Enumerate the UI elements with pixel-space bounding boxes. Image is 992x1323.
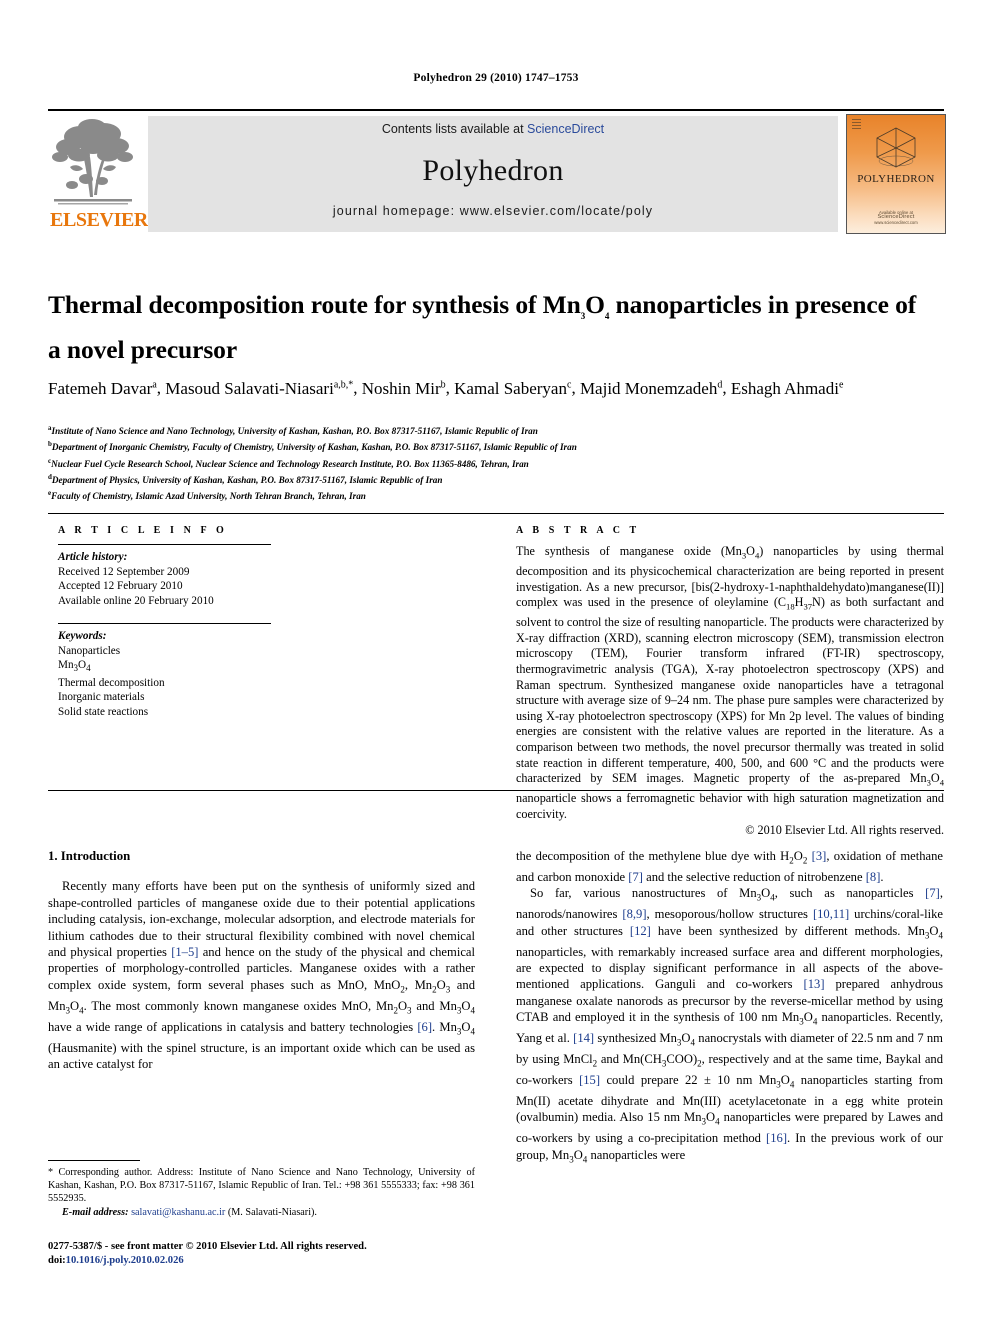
- corresponding-author-note: * Corresponding author. Address: Institu…: [48, 1167, 475, 1205]
- affiliation-line: eFaculty of Chemistry, Islamic Azad Univ…: [48, 489, 366, 502]
- author-name: Noshin Mirb: [361, 378, 446, 398]
- article-info-spacer: [58, 608, 273, 619]
- page-title: Thermal decomposition route for synthesi…: [48, 288, 928, 366]
- cover-journal-title: POLYHEDRON: [857, 173, 935, 185]
- section-heading-introduction: 1. Introduction: [48, 849, 131, 863]
- sciencedirect-link[interactable]: ScienceDirect: [527, 122, 604, 136]
- elsevier-logo: ELSEVIER: [50, 117, 148, 233]
- author-affiliation-mark: b: [440, 379, 446, 390]
- running-head: Polyhedron 29 (2010) 1747–1753: [413, 72, 579, 84]
- elsevier-tree-icon: [52, 119, 133, 205]
- elsevier-wordmark: ELSEVIER: [50, 209, 148, 231]
- author-affiliation-mark: a,b,*: [333, 379, 354, 390]
- keyword-item: Thermal decomposition: [58, 676, 165, 689]
- title-text-2: O: [585, 290, 605, 319]
- affiliation-list: aInstitute of Nano Science and Nano Tech…: [48, 422, 938, 503]
- article-page: Polyhedron 29 (2010) 1747–1753 ELSEVIER …: [0, 0, 992, 1323]
- citation-link[interactable]: [3]: [812, 849, 827, 863]
- affiliation-mark: a: [48, 424, 52, 432]
- journal-title: Polyhedron: [422, 154, 564, 187]
- affiliation-mark: b: [48, 440, 52, 449]
- article-history-lines: Received 12 September 2009 Accepted 12 Fe…: [58, 565, 273, 609]
- intro-paragraph-right-2: So far, various nanostructures of Mn3O4,…: [516, 886, 944, 1165]
- affiliation-line: dDepartment of Physics, University of Ka…: [48, 472, 443, 485]
- journal-masthead: ELSEVIER Contents lists available at Sci…: [48, 109, 946, 235]
- keyword-item: Nanoparticles: [58, 644, 121, 657]
- author-list: Fatemeh Davara, Masoud Salavati-Niasaria…: [48, 378, 844, 398]
- doi-link[interactable]: 10.1016/j.poly.2010.02.026: [66, 1255, 184, 1266]
- title-text-1: Thermal decomposition route for synthesi…: [48, 290, 581, 319]
- footnote-block: * Corresponding author. Address: Institu…: [48, 1166, 475, 1219]
- article-history-label: Article history:: [58, 551, 128, 563]
- cover-elsevier-mark-icon: [852, 119, 861, 131]
- contents-prefix-text: Contents lists available at: [381, 122, 528, 136]
- citation-link[interactable]: [7]: [925, 886, 940, 900]
- keyword-item: Solid state reactions: [58, 705, 149, 718]
- citation-link[interactable]: [6]: [417, 1020, 432, 1034]
- article-info-rule-2: [58, 623, 271, 624]
- citation-link[interactable]: [10,11]: [813, 907, 849, 921]
- author-affiliation-mark: e: [838, 379, 844, 390]
- cover-sciencedirect-logo: Available online at ScienceDirect www.sc…: [847, 210, 945, 225]
- keyword-lines: Nanoparticles Mn3O4 Thermal decomposition I…: [58, 644, 273, 720]
- affiliation-mark: c: [48, 456, 52, 465]
- affiliation-mark: e: [48, 489, 52, 498]
- article-info-panel: A R T I C L E I N F O Article history: R…: [58, 525, 273, 719]
- keywords-label: Keywords:: [58, 630, 107, 642]
- affiliation-mark: d: [48, 472, 52, 481]
- affiliation-line: bDepartment of Inorganic Chemistry, Facu…: [48, 440, 577, 453]
- cover-footer-url: www.sciencedirect.com: [874, 220, 918, 225]
- author-name: Eshagh Ahmadie: [730, 378, 844, 398]
- intro-paragraph-left: Recently many efforts have been put on t…: [48, 879, 476, 1072]
- doi-label: doi:: [48, 1254, 66, 1266]
- citation-link[interactable]: [16]: [766, 1131, 787, 1145]
- citation-link[interactable]: [7]: [628, 870, 643, 884]
- email-label: E-mail address:: [62, 1206, 129, 1218]
- article-history-item: Accepted 12 February 2010: [58, 580, 183, 592]
- citation-link[interactable]: [12]: [630, 924, 651, 938]
- article-info-rule-1: [58, 544, 271, 545]
- affiliation-line: cNuclear Fuel Cycle Research School, Nuc…: [48, 456, 529, 469]
- email-owner: (M. Salavati-Niasari).: [227, 1206, 317, 1218]
- author-name: Masoud Salavati-Niasaria,b,*: [165, 378, 354, 398]
- contents-available-line: Contents lists available at ScienceDirec…: [148, 122, 838, 136]
- citation-link[interactable]: [15]: [579, 1073, 600, 1087]
- imprint-block: 0277-5387/$ - see front matter © 2010 El…: [48, 1240, 508, 1267]
- citation-link[interactable]: [8]: [866, 870, 881, 884]
- abstract-heading: A B S T R A C T: [516, 525, 640, 536]
- polyhedron-wireframe-icon: [876, 127, 916, 168]
- abstract-copyright: © 2010 Elsevier Ltd. All rights reserved…: [745, 823, 944, 838]
- abstract-block-top-rule: [48, 513, 944, 514]
- affiliation-line: aInstitute of Nano Science and Nano Tech…: [48, 424, 538, 437]
- author-affiliation-mark: a: [152, 379, 157, 390]
- journal-cover-thumbnail[interactable]: POLYHEDRON Available online at ScienceDi…: [846, 114, 946, 234]
- article-history-item: Available online 20 February 2010: [58, 594, 214, 607]
- citation-link[interactable]: [14]: [573, 1031, 594, 1045]
- footnote-separator-rule: [48, 1160, 140, 1161]
- abstract-panel: A B S T R A C T The synthesis of mangane…: [516, 525, 944, 838]
- doi-line: doi:10.1016/j.poly.2010.02.026: [48, 1254, 508, 1268]
- abstract-body: The synthesis of manganese oxide (Mn3O4)…: [516, 544, 944, 821]
- email-link[interactable]: salavati@kashanu.ac.ir: [131, 1207, 225, 1218]
- body-column-right: the decomposition of the methylene blue …: [516, 848, 943, 1168]
- author-affiliation-mark: d: [717, 379, 723, 390]
- masthead-band: Contents lists available at ScienceDirec…: [148, 116, 838, 232]
- citation-link[interactable]: [8,9]: [622, 907, 646, 921]
- article-info-heading: A R T I C L E I N F O: [58, 525, 228, 536]
- article-history-item: Received 12 September 2009: [58, 565, 190, 578]
- author-affiliation-mark: c: [566, 379, 572, 390]
- intro-paragraph-right-1: the decomposition of the methylene blue …: [516, 849, 943, 884]
- author-name: Kamal Saberyanc: [454, 378, 572, 398]
- author-name: Majid Monemzadehd: [579, 378, 723, 398]
- email-note: E-mail address: salavati@kashanu.ac.ir (…: [48, 1206, 475, 1219]
- citation-link[interactable]: [13]: [804, 977, 825, 991]
- author-name: Fatemeh Davara: [48, 378, 157, 398]
- journal-homepage-link[interactable]: journal homepage: www.elsevier.com/locat…: [148, 204, 838, 218]
- keyword-item: Inorganic materials: [58, 691, 145, 704]
- body-column-left: 1. Introduction Recently many efforts ha…: [48, 848, 475, 1072]
- issn-front-matter: 0277-5387/$ - see front matter © 2010 El…: [48, 1241, 367, 1252]
- citation-link[interactable]: [1–5]: [171, 945, 198, 959]
- keyword-item: Mn3O4: [58, 659, 91, 674]
